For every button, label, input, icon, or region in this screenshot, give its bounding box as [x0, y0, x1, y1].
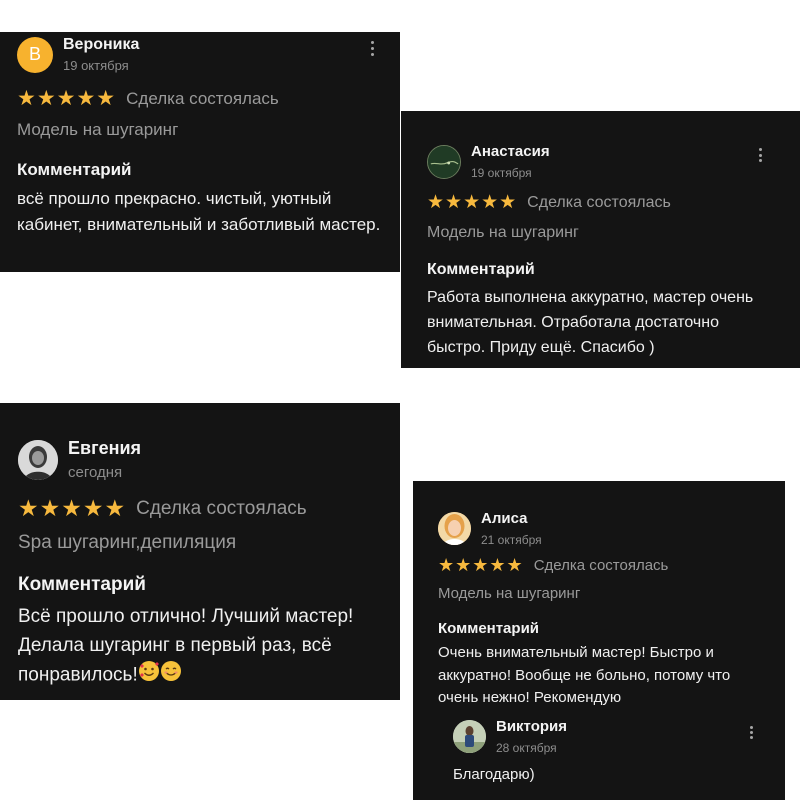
service-name: Модель на шугаринг	[438, 585, 581, 602]
rating-row: ★★★★★ Сделка состоялась	[17, 86, 279, 111]
author-name[interactable]: Вероника	[63, 36, 139, 54]
avatar[interactable]	[18, 440, 58, 481]
review-card-evgenia: Евгения сегодня ★★★★★ Сделка состоялась …	[0, 403, 400, 700]
avatar[interactable]	[453, 720, 486, 754]
avatar[interactable]	[427, 144, 461, 179]
comment-title: Комментарий	[438, 620, 540, 637]
comment-text: Очень внимательный мастер! Быстро и акку…	[438, 644, 731, 706]
review-date: 21 октября	[481, 532, 542, 547]
service-name: Модель на шугаринг	[17, 120, 179, 139]
more-menu-icon[interactable]	[757, 148, 763, 162]
rating-row: ★★★★★ Сделка состоялась	[427, 191, 671, 214]
star-rating-icons: ★★★★★	[438, 555, 524, 575]
more-menu-icon[interactable]	[748, 726, 754, 739]
comment-title: Комментарий	[427, 261, 535, 278]
comment-body: Всё прошло отлично! Лучший мастер! Делал…	[18, 606, 354, 686]
author-block: Анастасия 19 октября	[471, 143, 550, 180]
comment-text: всё прошло прекрасно. чистый, уютный каб…	[17, 189, 381, 234]
star-rating-icons: ★★★★★	[18, 495, 127, 521]
rating-row: ★★★★★ Сделка состоялась	[18, 495, 307, 522]
reply-header: Виктория 28 октября	[453, 718, 567, 755]
review-header: Алиса 21 октября	[438, 510, 542, 547]
star-rating-icons: ★★★★★	[17, 87, 117, 110]
author-block: Вероника 19 октября	[63, 36, 139, 73]
deal-status: Сделка состоялась	[126, 88, 279, 108]
review-header: Анастасия 19 октября	[427, 143, 550, 180]
more-menu-icon[interactable]	[369, 41, 375, 56]
author-block: Евгения сегодня	[68, 438, 141, 482]
deal-status: Сделка состоялась	[533, 557, 669, 574]
rating-row: ★★★★★ Сделка состоялась	[438, 555, 668, 576]
review-date: 19 октября	[471, 165, 532, 180]
reply-text: Благодарю)	[453, 766, 535, 783]
avatar[interactable]: В	[17, 36, 53, 73]
comment-title: Комментарий	[18, 574, 146, 595]
review-card-alisa: Алиса 21 октября ★★★★★ Сделка состоялась…	[413, 481, 785, 800]
smiling-face-with-hearts-icon	[138, 660, 160, 691]
reply-author-name[interactable]: Виктория	[496, 718, 567, 736]
review-date: сегодня	[68, 463, 123, 481]
avatar[interactable]	[438, 512, 471, 546]
author-block: Алиса 21 октября	[481, 510, 542, 547]
review-date: 19 октября	[63, 57, 129, 73]
review-header: В Вероника 19 октября	[17, 36, 139, 73]
comment-text: Всё прошло отлично! Лучший мастер! Делал…	[18, 602, 388, 691]
deal-status: Сделка состоялась	[527, 193, 671, 211]
service-name: Spa шугаринг,депиляция	[18, 532, 237, 553]
author-name[interactable]: Алиса	[481, 510, 542, 528]
review-card-anastasia: Анастасия 19 октября ★★★★★ Сделка состоя…	[401, 111, 800, 368]
avatar-letter: В	[28, 44, 41, 65]
author-block: Виктория 28 октября	[496, 718, 567, 755]
author-name[interactable]: Евгения	[68, 438, 141, 459]
star-rating-icons: ★★★★★	[427, 192, 518, 213]
author-name[interactable]: Анастасия	[471, 143, 550, 161]
comment-title: Комментарий	[17, 160, 132, 179]
review-card-veronika: В Вероника 19 октября ★★★★★ Сделка состо…	[0, 32, 400, 272]
review-header: Евгения сегодня	[18, 438, 141, 482]
smiling-face-icon	[160, 660, 182, 691]
reply-date: 28 октября	[496, 740, 557, 755]
comment-text: Работа выполнена аккуратно, мастер очень…	[427, 289, 754, 356]
deal-status: Сделка состоялась	[136, 497, 307, 519]
service-name: Модель на шугаринг	[427, 224, 579, 241]
